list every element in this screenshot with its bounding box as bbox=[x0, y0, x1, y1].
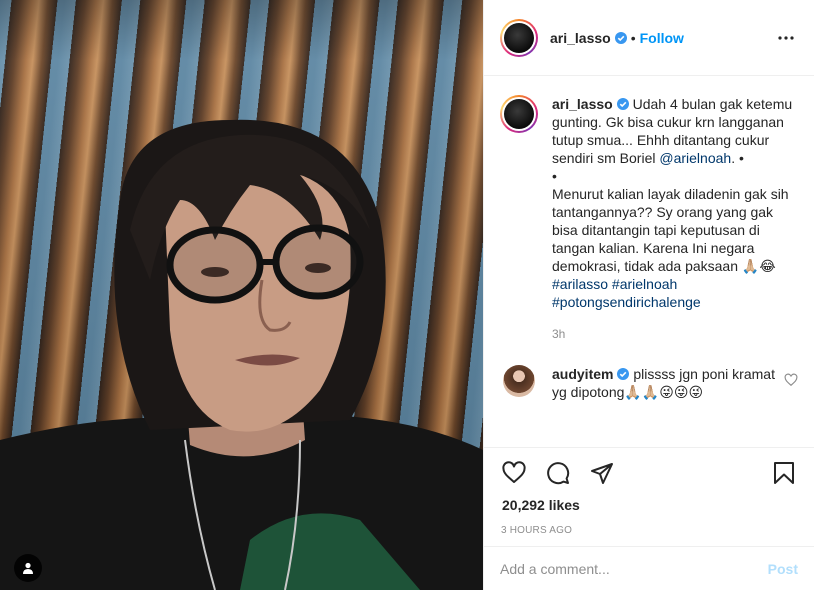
more-options-button[interactable] bbox=[774, 26, 798, 50]
verified-badge-icon bbox=[617, 368, 630, 380]
hashtag-link[interactable]: #potongsendirichalenge bbox=[552, 294, 701, 310]
author-avatar[interactable] bbox=[500, 18, 538, 57]
post-timestamp[interactable]: 3 HOURS AGO bbox=[501, 525, 572, 536]
caption-time[interactable]: 3h bbox=[552, 325, 798, 343]
share-button[interactable] bbox=[588, 459, 616, 487]
commenter-avatar[interactable] bbox=[503, 365, 535, 397]
hashtag-link[interactable]: #arilasso bbox=[552, 276, 608, 292]
caption-text-2: Menurut kalian layak diladenin gak sih t… bbox=[552, 186, 789, 274]
verified-badge-icon bbox=[614, 31, 627, 44]
caption-username[interactable]: ari_lasso bbox=[552, 96, 613, 112]
caption-separator: • bbox=[552, 168, 557, 184]
caption-author-avatar[interactable] bbox=[500, 95, 538, 133]
post-header: ari_lasso • Follow bbox=[484, 0, 814, 76]
bookmark-icon bbox=[774, 461, 794, 484]
post-details-panel: ari_lasso • Follow ari_lasso Udah 4 bula… bbox=[483, 0, 814, 590]
like-comment-heart-icon[interactable] bbox=[784, 373, 798, 387]
likes-count[interactable]: 20,292 likes bbox=[502, 497, 580, 513]
comment-icon bbox=[547, 461, 570, 484]
share-icon bbox=[591, 462, 613, 484]
comment-input[interactable] bbox=[500, 560, 768, 577]
comments-list[interactable]: ari_lasso Udah 4 bulan gak ketemu guntin… bbox=[484, 77, 814, 447]
heart-icon bbox=[502, 460, 526, 483]
comment-item: audyitem plissss jgn poni kramat yg dipo… bbox=[500, 365, 798, 401]
like-button[interactable] bbox=[500, 459, 528, 487]
tagged-users-button[interactable] bbox=[14, 554, 42, 582]
more-options-icon bbox=[778, 35, 794, 40]
verified-badge-icon bbox=[616, 98, 629, 110]
post-caption: ari_lasso Udah 4 bulan gak ketemu guntin… bbox=[500, 95, 798, 343]
post-photo[interactable] bbox=[0, 0, 483, 590]
hashtag-link[interactable]: #arielnoah bbox=[612, 276, 677, 292]
post-actions-bar bbox=[484, 447, 814, 497]
user-icon bbox=[23, 562, 33, 574]
caption-bullet: . • bbox=[731, 150, 744, 166]
follow-button[interactable]: Follow bbox=[640, 30, 684, 46]
commenter-username[interactable]: audyitem bbox=[552, 366, 613, 382]
add-comment-section: Post bbox=[484, 546, 814, 590]
save-button[interactable] bbox=[770, 459, 798, 487]
mention-link[interactable]: @arielnoah bbox=[659, 150, 731, 166]
author-username[interactable]: ari_lasso bbox=[550, 30, 627, 46]
header-separator: • bbox=[630, 29, 636, 46]
person-portrait bbox=[0, 119, 483, 590]
comment-button[interactable] bbox=[544, 459, 572, 487]
post-comment-button[interactable]: Post bbox=[768, 561, 798, 577]
